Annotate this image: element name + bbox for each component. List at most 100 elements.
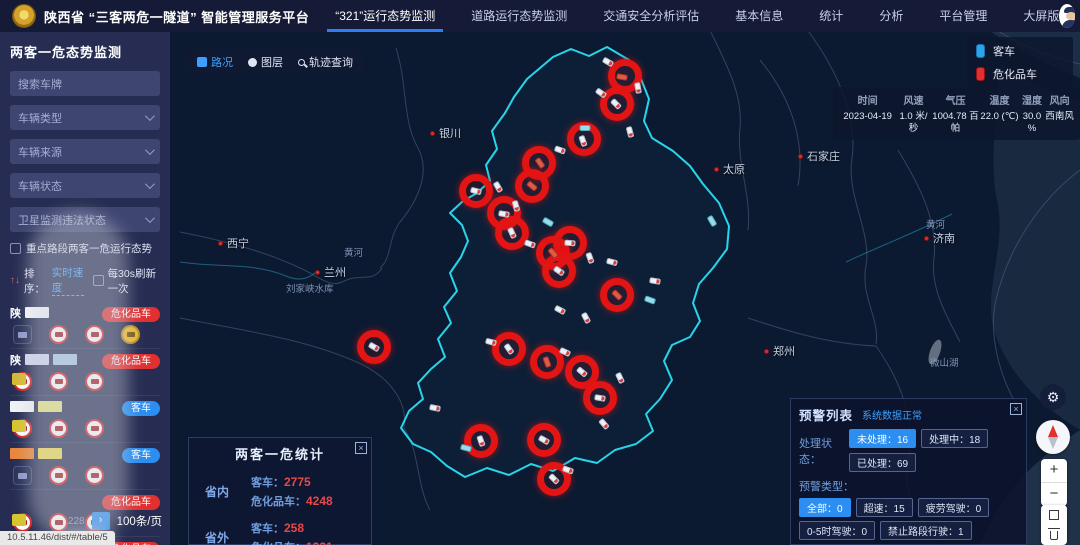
bus-icon — [976, 44, 985, 58]
tab-3[interactable]: 基本信息 — [735, 0, 783, 32]
water-label: 刘家峡水库 — [286, 284, 334, 295]
legend-item-danger: 危化品车 — [976, 66, 1064, 82]
sort-arrows-icon: ↑↓ — [10, 275, 20, 286]
vehicle-row-1[interactable]: 陕 危化品车 — [10, 349, 160, 396]
vehicle-type-badge: 危化品车 — [102, 307, 160, 322]
map-toolbar-0[interactable]: 路况 — [197, 54, 233, 70]
process-filter-2[interactable]: 已处理：69 — [848, 453, 917, 472]
tab-6[interactable]: 平台管理 — [939, 0, 987, 32]
city-dot-icon — [714, 166, 719, 172]
close-icon[interactable]: × — [355, 442, 367, 454]
page-size-selector[interactable]: 100条/页 — [117, 513, 162, 529]
water-label: 微山湖 — [930, 358, 959, 369]
compass-control[interactable] — [1036, 420, 1070, 454]
process-filter-0[interactable]: 未处理：16 — [848, 429, 917, 448]
vehicle-row-0[interactable]: 陕 危化品车 — [10, 302, 160, 349]
key-road-checkbox-row[interactable]: 重点路段两客一危运行态势 — [10, 241, 160, 256]
chevron-down-icon — [144, 111, 155, 122]
filter-select-label: 车辆类型 — [18, 112, 62, 125]
hazard-truck-icon — [976, 67, 985, 81]
no-entry-truck-icon — [85, 419, 104, 438]
warning-panel-title: 预警列表 — [799, 409, 854, 423]
zoom-in-button[interactable]: + — [1041, 459, 1067, 482]
map-settings-button[interactable]: ⚙ — [1040, 384, 1066, 410]
tab-7[interactable]: 大屏版 — [1023, 0, 1059, 32]
vehicle-row-2[interactable]: 客车 — [10, 396, 160, 443]
weather-header: 风速 — [903, 96, 924, 107]
city-label-太原: 太原 — [714, 161, 745, 177]
tab-4[interactable]: 统计 — [819, 0, 843, 32]
weather-col-2: 气压 1004.78 百帕 — [931, 92, 981, 135]
tab-0[interactable]: “321”运行态势监测 — [327, 0, 444, 32]
type-filter-1[interactable]: 禁止路段行驶：1 — [880, 521, 972, 540]
plate-redaction-block — [10, 401, 34, 412]
type-filter-0[interactable]: 全部：0 — [799, 498, 851, 517]
user-avatar[interactable] — [1059, 4, 1076, 28]
pagination: 228 › 100条/页 — [8, 512, 162, 530]
plate-redaction-block — [38, 401, 62, 412]
city-name: 济南 — [933, 233, 955, 245]
vehicle-row-3[interactable]: 客车 — [10, 443, 160, 490]
refresh-checkbox[interactable] — [92, 275, 104, 286]
filter-select-0[interactable]: 车辆类型 — [10, 105, 160, 130]
tab-2[interactable]: 交通安全分析评估 — [603, 0, 699, 32]
filter-select-2[interactable]: 车辆状态 — [10, 173, 160, 198]
city-name: 石家庄 — [807, 151, 840, 163]
tab-5[interactable]: 分析 — [879, 0, 903, 32]
bus-count-label: 客车： — [251, 523, 284, 535]
fullscreen-button[interactable] — [1041, 505, 1067, 525]
sort-by-speed-link[interactable]: 实时速度 — [51, 265, 84, 296]
filter-select-label: 车辆状态 — [18, 180, 62, 193]
type-filter-1[interactable]: 超速：15 — [855, 498, 913, 517]
bus-icon — [13, 325, 32, 344]
trash-icon — [1048, 527, 1060, 540]
browser-status-url: 10.5.11.46/dist/#/table/5 — [0, 531, 115, 545]
vehicle-marker-4[interactable] — [579, 125, 591, 131]
vehicle-type-badge: 危化品车 — [102, 354, 160, 369]
next-page-button[interactable]: › — [91, 512, 110, 530]
filter-select-1[interactable]: 车辆来源 — [10, 139, 160, 164]
city-dot-icon — [924, 235, 929, 241]
checkbox-icon[interactable] — [10, 243, 21, 254]
vehicle-type-badge: 客车 — [122, 448, 160, 463]
no-entry-truck-icon — [85, 372, 104, 391]
gear-icon: ⚙ — [1046, 389, 1060, 405]
search-placeholder: 搜索车牌 — [18, 78, 62, 91]
city-label-石家庄: 石家庄 — [798, 148, 840, 164]
weather-col-3: 温度 22.0 (℃) — [980, 92, 1018, 135]
map-toolbar-2[interactable]: 轨迹查询 — [298, 54, 353, 70]
type-filter-0[interactable]: 0-5时驾驶：0 — [799, 521, 876, 540]
map-toolbar-label: 路况 — [211, 57, 233, 69]
weather-value: 2023-04-19 — [843, 111, 892, 122]
legend-label: 客车 — [993, 46, 1015, 58]
legend-label: 危化品车 — [993, 69, 1037, 81]
map-toolbar-label: 轨迹查询 — [309, 57, 353, 69]
city-name: 郑州 — [773, 346, 795, 358]
traffic-icon — [197, 57, 207, 67]
tab-1[interactable]: 道路运行态势监测 — [471, 0, 567, 32]
map-toolbar-label: 图层 — [261, 57, 283, 69]
weather-panel: 时间 2023-04-19 风速 1.0 米/秒 气压 1004.78 百帕 温度 22.0 … — [833, 87, 1080, 140]
zoom-out-button[interactable]: − — [1041, 483, 1067, 506]
stats-row-inside: 省内 客车：2775 危化品车：4248 — [199, 474, 361, 509]
legend-item-bus: 客车 — [976, 43, 1064, 59]
system-status-note: 系统数据正常 — [862, 411, 923, 422]
water-label: 黄河 — [926, 220, 946, 231]
close-icon[interactable]: × — [1010, 403, 1022, 415]
filter-select-label: 卫星监测违法状态 — [18, 214, 106, 227]
type-filter-2[interactable]: 疲劳驾驶：0 — [917, 498, 990, 517]
vehicle-marker-17[interactable] — [564, 239, 576, 247]
stats-group-label: 省外 — [205, 531, 230, 545]
city-label-兰州: 兰州 — [315, 264, 346, 280]
filter-select-3[interactable]: 卫星监测违法状态 — [10, 207, 160, 232]
total-count: 228 — [67, 515, 85, 527]
layers-icon — [248, 57, 257, 67]
weather-value: 1004.78 百帕 — [932, 111, 979, 134]
weather-col-1: 风速 1.0 米/秒 — [896, 92, 930, 135]
map-toolbar-1[interactable]: 图层 — [248, 54, 283, 70]
left-sidebar: 两客一危态势监测 搜索车牌 车辆类型 车辆来源 车辆状态 卫星监测违法状态 重点路段两… — [0, 32, 170, 545]
filter-select-label: 车辆来源 — [18, 146, 62, 159]
clear-button[interactable] — [1041, 525, 1067, 545]
process-filter-1[interactable]: 处理中：18 — [921, 429, 989, 448]
plate-search-input[interactable]: 搜索车牌 — [10, 71, 160, 96]
